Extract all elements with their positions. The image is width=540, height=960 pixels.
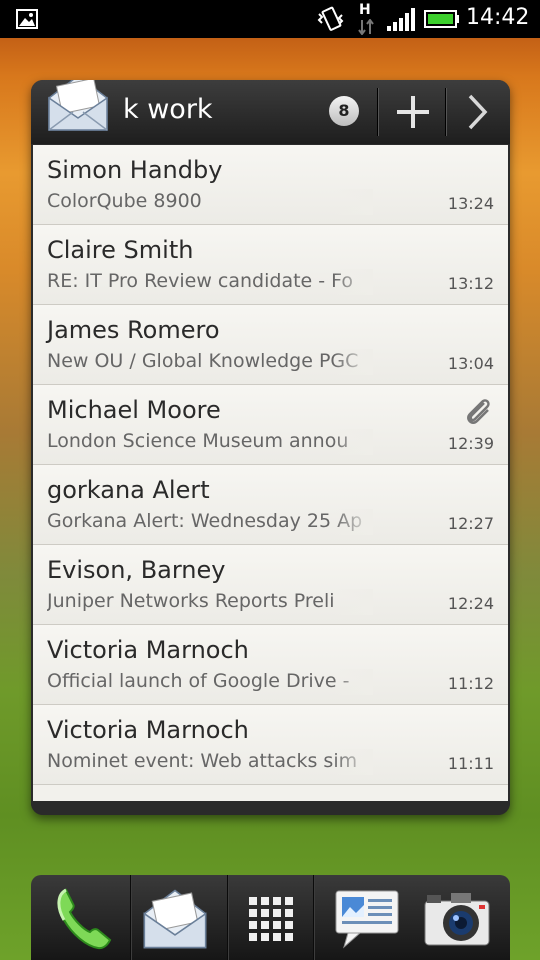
grid-cell [285,921,293,929]
message-subject: Gorkana Alert: Wednesday 25 Ap [47,510,363,532]
widget-footer [31,801,510,815]
header-divider [377,88,379,136]
phone-icon[interactable] [43,881,123,957]
subject-fade [333,589,373,615]
network-label: H [359,2,371,18]
grid-cell [273,897,281,905]
message-sender: gorkana Alert [47,476,210,504]
message-subject: London Science Museum annou [47,430,349,452]
dock-divider [130,875,132,960]
message-list-item[interactable]: Victoria Marnoch Official launch of Googl… [33,625,508,705]
battery-icon [424,10,459,28]
message-time: 11:12 [447,674,494,693]
subject-fade [333,749,373,775]
message-list-item[interactable]: Victoria Marnoch Nominet event: Web attac… [33,705,508,785]
message-list: Simon Handby ColorQube 8900 13:24 Claire Sm… [33,145,508,801]
mail-icon[interactable] [135,881,215,957]
grid-cell [261,897,269,905]
message-time: 12:39 [447,434,494,453]
grid-cell [273,909,281,917]
message-sender: Claire Smith [47,236,194,264]
message-list-item[interactable]: Michael Moore London Science Museum annou… [33,385,508,465]
dock [31,875,510,960]
grid-cell [261,921,269,929]
messages-icon[interactable] [327,881,407,957]
subject-fade [333,269,373,295]
vibrate-icon [317,6,344,31]
message-list-item[interactable]: James Romero New OU / Global Knowledge PG… [33,305,508,385]
image-notification-icon[interactable] [16,9,38,29]
subject-fade [333,669,373,695]
message-time: 12:27 [447,514,494,533]
message-sender: James Romero [47,316,220,344]
message-time: 13:12 [447,274,494,293]
grid-cell [273,933,281,941]
grid-cell [285,897,293,905]
message-subject: New OU / Global Knowledge PGC [47,350,359,372]
message-sender: Victoria Marnoch [47,716,249,744]
mail-widget: k work 8 Simon Handby ColorQube 8900 13:24… [31,80,510,815]
grid-cell [249,909,257,917]
subject-fade [333,349,373,375]
grid-cell [249,921,257,929]
camera-icon[interactable] [417,881,497,957]
message-time: 13:24 [447,194,494,213]
grid-cell [249,933,257,941]
chevron-right-icon[interactable] [455,90,499,134]
unread-count-badge: 8 [329,96,359,126]
message-subject: RE: IT Pro Review candidate - Fo [47,270,354,292]
dock-divider [227,875,229,960]
grid-cell [261,909,269,917]
message-time: 13:04 [447,354,494,373]
message-time: 12:24 [447,594,494,613]
message-list-item[interactable]: Simon Handby ColorQube 8900 13:24 [33,145,508,225]
signal-icon [387,8,415,31]
message-subject: ColorQube 8900 [47,190,202,212]
account-name[interactable]: k work [123,94,213,125]
grid-cell [285,909,293,917]
widget-header: k work 8 [31,80,510,144]
message-time: 11:11 [447,754,494,773]
message-subject: Nominet event: Web attacks sim [47,750,358,772]
plus-icon[interactable] [388,90,438,134]
message-sender: Michael Moore [47,396,221,424]
message-subject: Official launch of Google Drive - [47,670,350,692]
message-sender: Simon Handby [47,156,223,184]
subject-fade [333,189,373,215]
app-drawer-icon[interactable] [231,881,311,957]
message-list-item[interactable]: Evison, Barney Juniper Networks Reports P… [33,545,508,625]
message-sender: Victoria Marnoch [47,636,249,664]
grid-cell [285,933,293,941]
dock-divider [313,875,315,960]
status-bar: H 14:42 [0,0,540,38]
mail-app-icon[interactable] [43,80,113,138]
status-time: 14:42 [466,5,530,30]
message-list-item[interactable]: Claire Smith RE: IT Pro Review candidate … [33,225,508,305]
grid-cell [261,933,269,941]
grid-cell [249,897,257,905]
attachment-icon [467,399,490,424]
message-list-item[interactable]: gorkana Alert Gorkana Alert: Wednesday 25… [33,465,508,545]
subject-fade [333,509,373,535]
network-h-icon: H [354,2,378,36]
message-sender: Evison, Barney [47,556,226,584]
grid-cell [273,921,281,929]
message-subject: Juniper Networks Reports Preli [47,590,335,612]
subject-fade [333,429,373,455]
header-divider [445,88,447,136]
